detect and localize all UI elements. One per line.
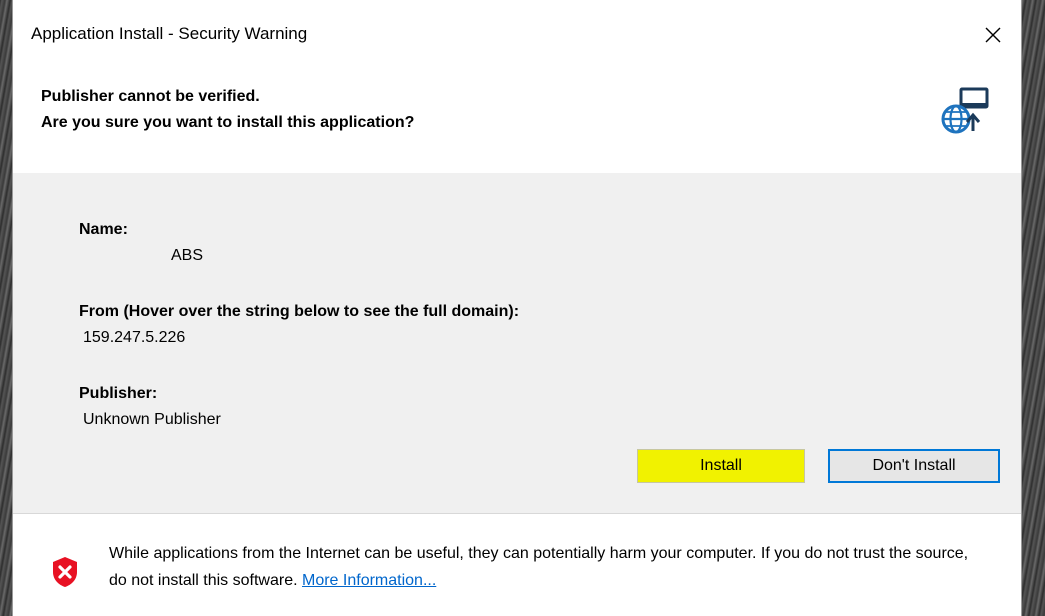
dont-install-button[interactable]: Don't Install	[828, 449, 1000, 483]
security-warning-dialog: Application Install - Security Warning P…	[12, 0, 1022, 616]
header-line-1: Publisher cannot be verified.	[41, 88, 260, 105]
footer-warning-text: While applications from the Internet can…	[109, 545, 969, 589]
name-value: ABS	[171, 247, 204, 264]
warning-footer: While applications from the Internet can…	[13, 513, 1021, 616]
install-button[interactable]: Install	[637, 449, 805, 483]
warning-header: Publisher cannot be verified. Are you su…	[13, 58, 1021, 173]
window-title: Application Install - Security Warning	[31, 24, 308, 43]
header-line-2: Are you sure you want to install this ap…	[41, 114, 415, 131]
from-value[interactable]: 159.247.5.226	[83, 329, 185, 347]
close-button[interactable]	[973, 18, 1013, 52]
publisher-label: Publisher:	[79, 385, 158, 402]
publisher-value: Unknown Publisher	[83, 411, 221, 428]
details-panel: Name: ABS From (Hover over the string be…	[13, 173, 1021, 513]
globe-install-icon	[941, 87, 989, 134]
shield-error-icon	[53, 557, 77, 587]
name-label: Name:	[79, 221, 128, 238]
close-icon	[985, 27, 1001, 43]
footer-warning: While applications from the Internet can…	[109, 540, 989, 594]
more-information-link[interactable]: More Information...	[302, 572, 436, 589]
title-bar: Application Install - Security Warning	[13, 14, 1021, 58]
from-label: From (Hover over the string below to see…	[79, 303, 520, 320]
